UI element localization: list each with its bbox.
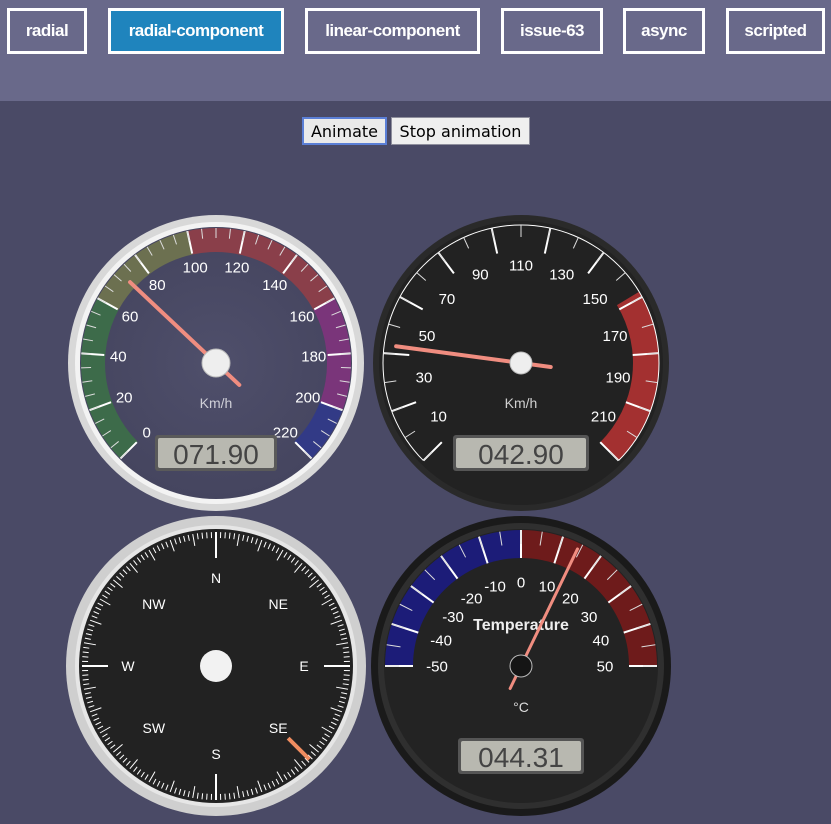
gauge-tick-label: -40 (430, 632, 452, 649)
compass-direction-label: NW (142, 596, 166, 612)
gauge-tick-label: 30 (416, 369, 433, 386)
gauge-tick-label: 20 (116, 390, 133, 407)
gauge-tick-label: 200 (295, 390, 320, 407)
speed-gauge-colored: 020406080100 120140160180200220 Km/h 071.… (68, 215, 364, 511)
gauge-tick-label: 160 (289, 308, 314, 325)
compass-tick (82, 651, 89, 654)
gauge-tick-label: 40 (110, 348, 127, 365)
compass-direction-label: NE (268, 596, 287, 612)
gauge-tick-label: -20 (461, 590, 483, 607)
tab-issue-63[interactable]: issue-63 (501, 8, 603, 54)
tab-async[interactable]: async (623, 8, 705, 54)
compass-tick (82, 678, 89, 681)
gauge-tick-label: 150 (583, 291, 608, 308)
tab-scripted[interactable]: scripted (726, 8, 825, 54)
gauge-tick-label: 50 (597, 658, 614, 675)
compass-tick (201, 532, 204, 539)
animation-controls: Animate Stop animation (302, 117, 530, 145)
temperature-units-label: °C (513, 699, 529, 715)
compass-tick (343, 651, 350, 654)
gauge-tick-label: 170 (603, 328, 628, 345)
gauge-tick-label: 50 (419, 328, 436, 345)
gauge-tick-label: 100 (183, 260, 208, 277)
compass-direction-label: W (121, 658, 135, 674)
gauge-tick-label: 210 (591, 408, 616, 425)
speed-value-readout: 071.90 (173, 439, 259, 470)
gauge-tick-label: 90 (472, 266, 489, 283)
gauge-tick-label: 70 (439, 291, 456, 308)
gauge-tick (81, 352, 92, 355)
needle-hub (509, 654, 533, 678)
temperature-gauge: -50-40-30-20-10 0 1020304050 Temperature °… (371, 516, 671, 816)
compass-tick (228, 793, 231, 800)
top-navigation-bar: radial radial-component linear-component… (0, 0, 831, 101)
needle-hub (201, 348, 231, 378)
temperature-title: Temperature (473, 617, 569, 634)
gauge-tick-label: -30 (442, 609, 464, 626)
temperature-value-readout: 044.31 (478, 742, 564, 773)
gauge-tick-label: -50 (426, 658, 448, 675)
compass-direction-label: E (299, 658, 308, 674)
gauge-tick-label: 80 (149, 277, 166, 294)
gauge-tick-label: 60 (122, 308, 139, 325)
compass-direction-label: S (211, 746, 220, 762)
compass-center-cap (200, 650, 232, 682)
compass-direction-label: SW (142, 720, 165, 736)
compass-tick (343, 678, 350, 681)
tab-radial[interactable]: radial (7, 8, 87, 54)
stop-animation-button[interactable]: Stop animation (391, 117, 530, 145)
tab-radial-component[interactable]: radial-component (108, 8, 284, 54)
gauge-tick-label: 40 (593, 632, 610, 649)
gauge-tick-label: 110 (509, 257, 533, 274)
gauge-tick-label: 10 (430, 408, 447, 425)
speed-gauge-dark: 10 30 50 70 90 110 130 150 170 190 210 Km/h 042.90 (373, 215, 669, 511)
speed-units-label: Km/h (505, 395, 538, 411)
compass-tick (228, 532, 231, 539)
gauge-tick-label: 20 (562, 590, 579, 607)
needle-hub (509, 351, 533, 375)
gauge-tick-label: 190 (605, 369, 630, 386)
gauge-tick-label: 10 (539, 579, 556, 596)
compass-tick (201, 793, 204, 800)
gauge-tick-label: -10 (484, 579, 506, 596)
gauge-tick-label: 30 (581, 609, 598, 626)
speed-units-label: Km/h (200, 395, 233, 411)
compass-gauge: N NE E SE S SW W NW (66, 516, 366, 816)
gauge-tick-label: 140 (262, 277, 287, 294)
tab-linear-component[interactable]: linear-component (305, 8, 480, 54)
speed-value-readout: 042.90 (478, 439, 564, 470)
gauge-tick-label: 0 (143, 425, 151, 442)
compass-direction-label: SE (269, 720, 288, 736)
gauge-tick-label: 130 (549, 266, 574, 283)
gauge-tick-label: 0 (517, 574, 525, 591)
compass-direction-label: N (211, 570, 221, 586)
gauge-tick (340, 352, 351, 355)
gauge-tick-label: 120 (224, 260, 249, 277)
animate-button[interactable]: Animate (302, 117, 387, 145)
gauge-tick-label: 180 (301, 348, 326, 365)
